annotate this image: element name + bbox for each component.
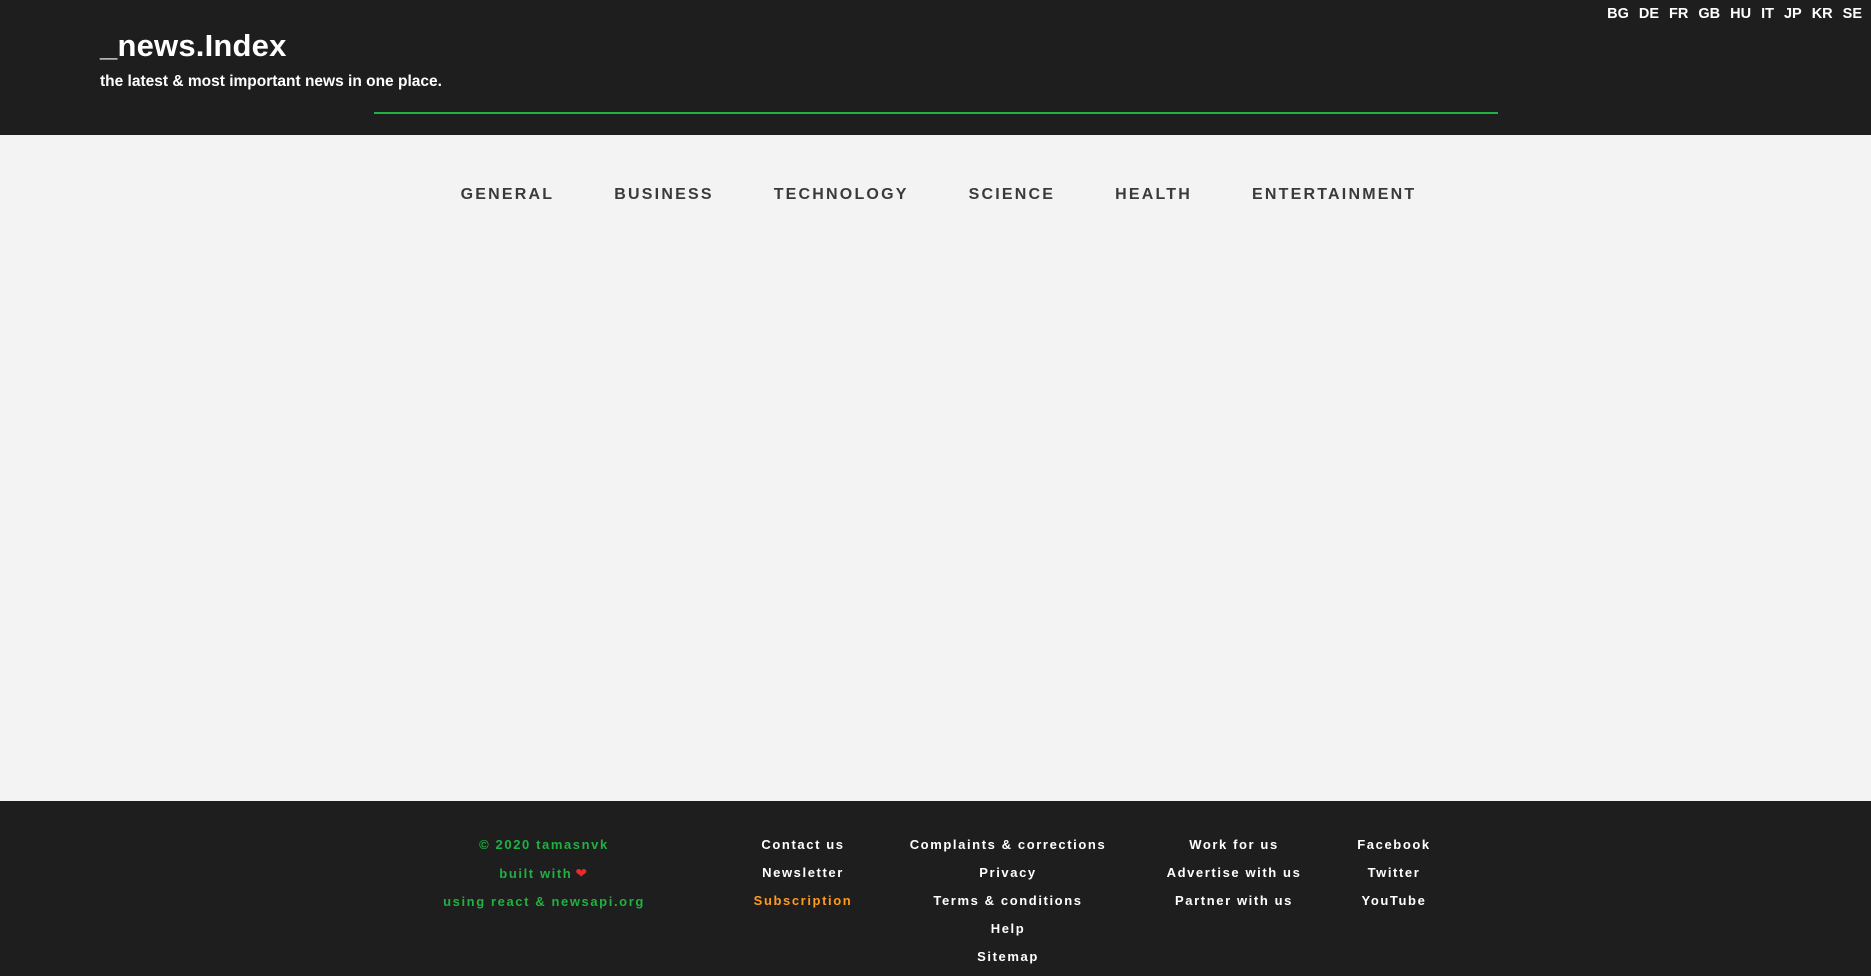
footer-link-newsletter[interactable]: Newsletter: [762, 859, 844, 887]
site-tagline: the latest & most important news in one …: [100, 73, 442, 90]
nav-item-science[interactable]: SCIENCE: [969, 180, 1056, 210]
footer-link-youtube[interactable]: YouTube: [1362, 887, 1427, 915]
footer-credits: © 2020 tamasnvk built with ❤ using react …: [438, 831, 650, 916]
nav-item-general[interactable]: GENERAL: [461, 180, 555, 210]
site-footer: © 2020 tamasnvk built with ❤ using react …: [0, 801, 1871, 976]
footer-link-sitemap[interactable]: Sitemap: [977, 943, 1039, 971]
footer-col-contact: Contact us Newsletter Subscription: [742, 831, 864, 915]
using-text: using react & newsapi.org: [443, 894, 645, 909]
built-with-label: built with: [499, 866, 573, 881]
site-header: _news.Index the latest & most important …: [0, 0, 1871, 135]
footer-link-twitter[interactable]: Twitter: [1368, 859, 1421, 887]
country-se[interactable]: SE: [1843, 6, 1862, 22]
nav-item-entertainment[interactable]: ENTERTAINMENT: [1252, 180, 1416, 210]
footer-link-work-for-us[interactable]: Work for us: [1189, 831, 1279, 859]
country-kr[interactable]: KR: [1812, 6, 1833, 22]
footer-link-help[interactable]: Help: [991, 915, 1026, 943]
country-de[interactable]: DE: [1639, 6, 1659, 22]
nav-item-business[interactable]: BUSINESS: [614, 180, 713, 210]
copyright-text: © 2020 tamasnvk: [479, 837, 609, 852]
footer-col-business: Work for us Advertise with us Partner wi…: [1148, 831, 1320, 915]
footer-link-terms[interactable]: Terms & conditions: [933, 887, 1082, 915]
country-bg[interactable]: BG: [1607, 6, 1629, 22]
footer-link-partner[interactable]: Partner with us: [1175, 887, 1293, 915]
nav-item-technology[interactable]: TECHNOLOGY: [774, 180, 909, 210]
country-it[interactable]: IT: [1761, 6, 1774, 22]
footer-link-subscription[interactable]: Subscription: [754, 887, 853, 915]
country-fr[interactable]: FR: [1669, 6, 1688, 22]
footer-link-privacy[interactable]: Privacy: [979, 859, 1036, 887]
country-jp[interactable]: JP: [1784, 6, 1802, 22]
built-with-text: built with ❤: [499, 859, 588, 888]
category-nav-list: GENERAL BUSINESS TECHNOLOGY SCIENCE HEAL…: [455, 180, 1417, 210]
footer-link-complaints[interactable]: Complaints & corrections: [910, 831, 1107, 859]
category-nav: GENERAL BUSINESS TECHNOLOGY SCIENCE HEAL…: [0, 180, 1871, 210]
heart-icon: ❤: [575, 865, 589, 881]
footer-col-info: Complaints & corrections Privacy Terms &…: [898, 831, 1118, 971]
footer-col-social: Facebook Twitter YouTube: [1344, 831, 1444, 915]
footer-link-contact-us[interactable]: Contact us: [761, 831, 844, 859]
header-accent-line: [374, 112, 1498, 114]
nav-item-health[interactable]: HEALTH: [1115, 180, 1192, 210]
page: _news.Index the latest & most important …: [0, 0, 1871, 976]
country-selector: BG DE FR GB HU IT JP KR SE: [1597, 6, 1862, 22]
footer-link-facebook[interactable]: Facebook: [1357, 831, 1430, 859]
country-gb[interactable]: GB: [1698, 6, 1720, 22]
footer-link-advertise[interactable]: Advertise with us: [1167, 859, 1302, 887]
country-hu[interactable]: HU: [1730, 6, 1751, 22]
site-logo-title[interactable]: _news.Index: [100, 28, 287, 64]
